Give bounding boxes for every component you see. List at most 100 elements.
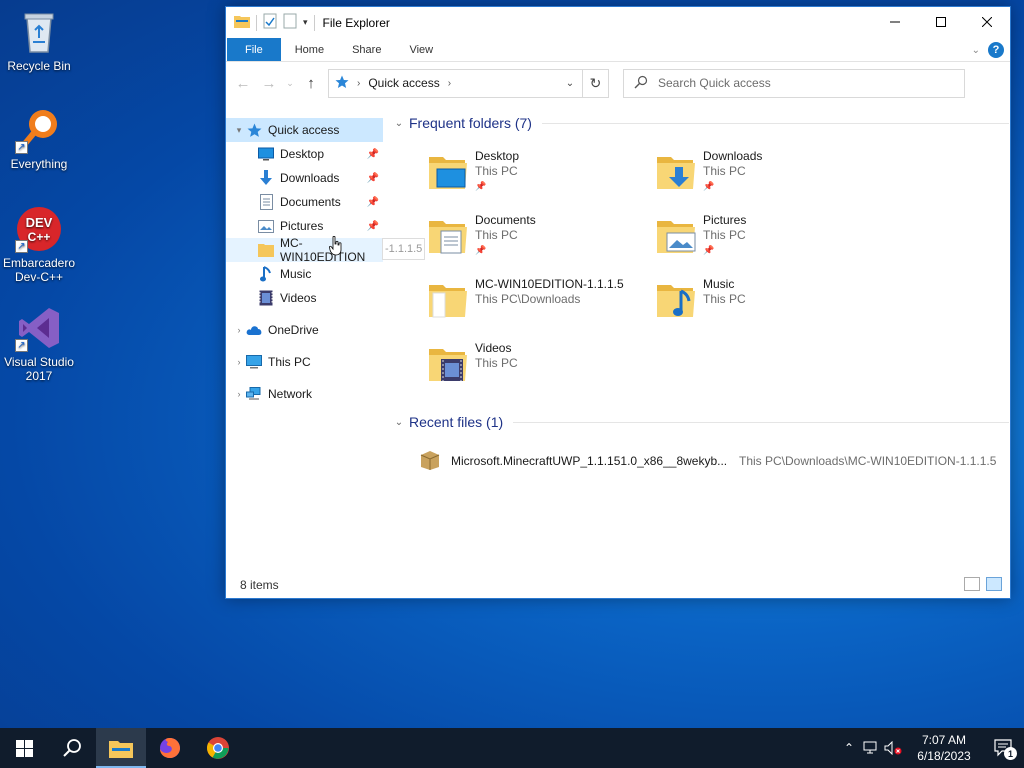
customize-toolbar-chevron-icon[interactable]: ▾ (303, 17, 308, 28)
volume-muted-icon[interactable] (882, 728, 904, 768)
tab-share[interactable]: Share (338, 38, 395, 61)
window-title: File Explorer (322, 15, 390, 30)
folder-location: This PC (703, 228, 746, 242)
collapsed-chevron-icon[interactable]: › (232, 389, 246, 399)
view-toggle (964, 577, 1002, 591)
desktop-icon-recycle-bin[interactable]: Recycle Bin (2, 8, 76, 73)
recent-locations-chevron-icon[interactable]: ⌄ (284, 72, 296, 94)
folder-tile-documents[interactable]: Documents This PC 📌 (427, 213, 647, 273)
folder-tile-videos[interactable]: Videos This PC (427, 341, 647, 401)
expanded-chevron-icon[interactable]: ▾ (232, 125, 246, 136)
breadcrumb-separator-icon[interactable]: › (448, 78, 451, 89)
maximize-button[interactable] (918, 7, 964, 37)
nav-label: OneDrive (268, 323, 319, 337)
search-icon (63, 739, 81, 757)
minimize-button[interactable] (872, 7, 918, 37)
desktop-icon-devcpp[interactable]: DEV C++ ↗ Embarcadero Dev-C++ (2, 205, 76, 284)
nav-item-documents[interactable]: Documents 📌 (226, 190, 383, 214)
nav-item-downloads[interactable]: Downloads 📌 (226, 166, 383, 190)
tab-view[interactable]: View (395, 38, 447, 61)
group-chevron-icon[interactable]: ⌄ (391, 118, 407, 129)
folder-tile-music[interactable]: Music This PC (655, 277, 875, 337)
pin-icon[interactable]: 📌 (367, 197, 379, 208)
music-folder-icon (655, 277, 699, 327)
address-bar[interactable]: › Quick access › ⌄ ↻ (328, 68, 609, 98)
back-button[interactable]: ← (232, 72, 254, 94)
nav-item-pictures[interactable]: Pictures 📌 (226, 214, 383, 238)
recent-file-name: Microsoft.MinecraftUWP_1.1.151.0_x86__8w… (451, 454, 728, 468)
folder-name: Videos (475, 341, 512, 355)
search-button[interactable] (48, 728, 96, 768)
nav-item-mc-win10edition[interactable]: MC-WIN10EDITION -1.1.1.5 (226, 236, 426, 264)
desktop-icon-everything[interactable]: ↗ Everything (2, 106, 76, 171)
large-icons-view-icon[interactable] (986, 577, 1002, 591)
folder-tile-downloads[interactable]: Downloads This PC 📌 (655, 149, 875, 209)
nav-item-desktop[interactable]: Desktop 📌 (226, 142, 383, 166)
content-pane: ⌄ Frequent folders (7) Desktop This PC 📌 (391, 111, 1009, 571)
close-button[interactable] (964, 7, 1010, 37)
forward-button[interactable]: → (258, 72, 280, 94)
group-title: Recent files (1) (409, 414, 504, 430)
pin-icon[interactable]: 📌 (367, 149, 379, 160)
navigation-pane: ▾ Quick access Desktop 📌 Downloads 📌 Doc (226, 118, 426, 573)
nav-item-videos[interactable]: Videos (226, 286, 383, 310)
taskbar-firefox[interactable] (146, 728, 194, 768)
pin-icon: 📌 (703, 245, 715, 255)
pin-icon[interactable]: 📌 (367, 221, 379, 232)
new-folder-icon[interactable] (283, 13, 297, 32)
recent-file-path: This PC\Downloads\MC-WIN10EDITION-1.1.1.… (739, 454, 997, 468)
folder-tile-mc-win10edition[interactable]: MC-WIN10EDITION-1.1.1.5 This PC\Download… (427, 277, 647, 337)
pin-icon[interactable]: 📌 (367, 173, 379, 184)
devcpp-logo-text: C++ (28, 230, 51, 244)
item-count: 8 items (240, 578, 279, 592)
desktop-icon-label: Recycle Bin (7, 59, 71, 73)
desktop-icon-visual-studio[interactable]: ↗ Visual Studio 2017 (2, 304, 76, 383)
collapsed-chevron-icon[interactable]: › (232, 325, 246, 335)
nav-item-onedrive[interactable]: › OneDrive (226, 318, 383, 342)
taskbar-chrome[interactable] (194, 728, 242, 768)
file-explorer-window: ▾ File Explorer File Home Share View ⌄ ?… (225, 6, 1011, 599)
folder-tile-desktop[interactable]: Desktop This PC 📌 (427, 149, 647, 209)
tab-home[interactable]: Home (281, 38, 338, 61)
nav-item-this-pc[interactable]: › This PC (226, 350, 383, 374)
ribbon-tabs: File Home Share View ⌄ ? (226, 38, 1010, 62)
details-view-icon[interactable] (964, 577, 980, 591)
start-button[interactable] (0, 728, 48, 768)
group-chevron-icon[interactable]: ⌄ (391, 417, 407, 428)
help-icon[interactable]: ? (988, 42, 1004, 58)
show-hidden-icons-chevron-icon[interactable]: ⌃ (838, 728, 860, 768)
recent-file-row[interactable]: Microsoft.MinecraftUWP_1.1.151.0_x86__8w… (419, 449, 999, 473)
tab-file[interactable]: File (227, 38, 281, 61)
downloads-folder-icon (655, 149, 699, 199)
firefox-icon (160, 738, 180, 758)
quick-access-toolbar: ▾ (226, 13, 315, 32)
devcpp-logo-text: DEV (26, 215, 53, 230)
folder-icon (234, 14, 250, 31)
action-center-button[interactable]: 1 (984, 728, 1024, 768)
properties-icon[interactable] (263, 13, 277, 32)
group-divider (541, 122, 1009, 124)
clock[interactable]: 7:07 AM 6/18/2023 (904, 732, 984, 764)
taskbar-file-explorer[interactable] (96, 728, 146, 768)
recent-files-header[interactable]: ⌄ Recent files (1) (391, 410, 1009, 434)
videos-folder-icon (427, 341, 471, 391)
refresh-icon[interactable]: ↻ (582, 69, 608, 97)
taskbar: ⌃ 7:07 AM 6/18/2023 1 (0, 728, 1024, 768)
folder-name: Documents (475, 213, 536, 227)
folder-tile-pictures[interactable]: Pictures This PC 📌 (655, 213, 875, 273)
collapsed-chevron-icon[interactable]: › (232, 357, 246, 367)
up-button[interactable]: ↑ (300, 72, 322, 94)
nav-item-network[interactable]: › Network (226, 382, 383, 406)
package-icon (419, 449, 441, 474)
pin-icon: 📌 (703, 181, 715, 191)
frequent-folders-header[interactable]: ⌄ Frequent folders (7) (391, 111, 1009, 135)
nav-item-quick-access[interactable]: ▾ Quick access (226, 118, 383, 142)
network-icon[interactable] (860, 728, 882, 768)
breadcrumb-location[interactable]: Quick access (368, 76, 439, 90)
search-input[interactable]: Search Quick access (623, 68, 965, 98)
pin-icon: 📌 (475, 181, 487, 191)
address-dropdown-chevron-icon[interactable]: ⌄ (560, 70, 580, 97)
expand-ribbon-chevron-icon[interactable]: ⌄ (972, 45, 980, 56)
nav-item-music[interactable]: Music (226, 262, 383, 286)
address-row: ← → ⌄ ↑ › Quick access › ⌄ ↻ Search Quic… (226, 62, 1010, 104)
